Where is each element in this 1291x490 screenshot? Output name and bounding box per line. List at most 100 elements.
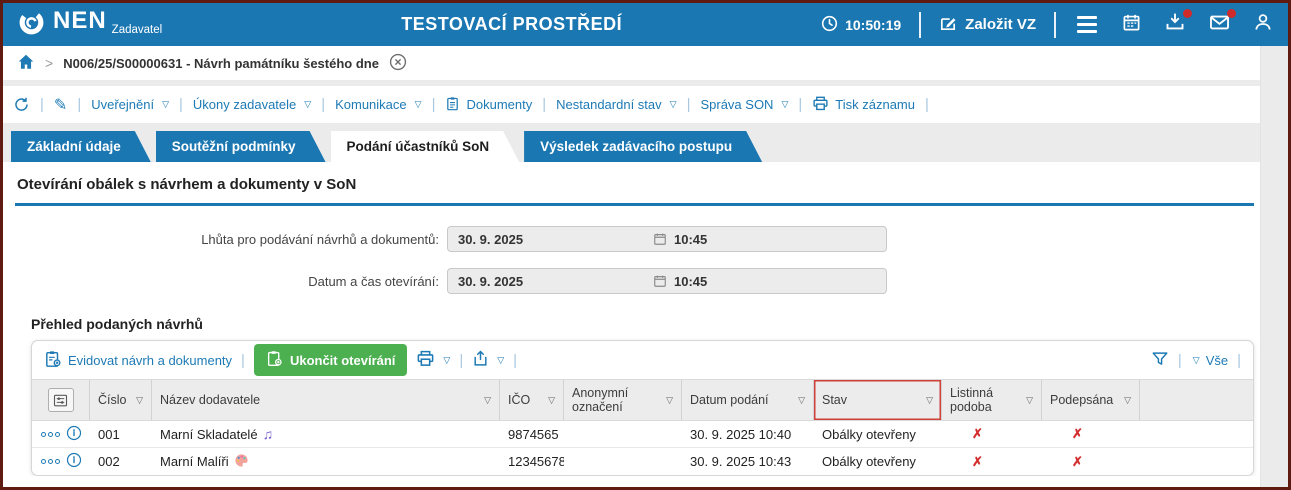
vertical-scrollbar[interactable] <box>1260 46 1288 487</box>
toolbar-divider: | <box>1178 352 1182 369</box>
home-icon[interactable] <box>17 53 35 74</box>
cell-ico: 9874565 <box>500 427 564 442</box>
calendar-icon[interactable] <box>653 232 667 246</box>
menu-sprava-son[interactable]: Správa SON▽ <box>700 97 788 112</box>
filter-button[interactable] <box>1151 350 1169 371</box>
column-filter-icon[interactable]: ▽ <box>484 395 491 405</box>
table-row[interactable]: 001 Marní Skladatelé ♫ 9874565 30. 9. 20… <box>32 421 1253 448</box>
breadcrumb-record[interactable]: N006/25/S00000631 - Návrh památníku šest… <box>63 56 379 71</box>
inbox-button[interactable] <box>1162 12 1188 38</box>
toolbar-divider: | <box>1237 352 1241 369</box>
edit-icon <box>939 14 957 36</box>
refresh-button[interactable] <box>13 96 30 113</box>
cell-cislo: 002 <box>90 454 152 469</box>
column-header-ico[interactable]: IČO▽ <box>500 380 564 420</box>
menu-ukony-zadavatele[interactable]: Úkony zadavatele▽ <box>193 97 311 112</box>
cell-listinna-no-icon: ✗ <box>942 454 1042 470</box>
tab-vysledek-zadavaciho-postupu[interactable]: Výsledek zadávacího postupu <box>524 131 762 162</box>
palette-icon <box>234 453 249 471</box>
clipboard-gear-icon <box>44 350 62 371</box>
cell-podepsana-no-icon: ✗ <box>1042 426 1140 442</box>
column-header-listinna-podoba[interactable]: Listinná podoba▽ <box>942 380 1042 420</box>
environment-title: TESTOVACÍ PROSTŘEDÍ <box>202 14 821 35</box>
profile-button[interactable] <box>1250 12 1276 38</box>
column-header-cislo[interactable]: Číslo▽ <box>90 380 152 420</box>
column-filter-icon[interactable]: ▽ <box>1124 395 1131 405</box>
menu-uverejneni[interactable]: Uveřejnění▽ <box>91 97 169 112</box>
column-filter-icon[interactable]: ▽ <box>666 395 673 405</box>
dropdown-icon: ▽ <box>1193 355 1200 366</box>
proposals-grid: Evidovat návrh a dokumenty | Ukončit ote… <box>31 340 1254 476</box>
column-filter-icon[interactable]: ▽ <box>548 395 555 405</box>
column-filter-icon[interactable]: ▽ <box>798 395 805 405</box>
row-menu-icon[interactable] <box>41 459 60 464</box>
dropdown-icon: ▽ <box>781 99 788 110</box>
dropdown-icon: ▽ <box>162 99 169 110</box>
column-header-anonymni-oznaceni[interactable]: Anonymní označení▽ <box>564 380 682 420</box>
music-note-icon: ♫ <box>263 426 274 442</box>
cell-cislo: 001 <box>90 427 152 442</box>
menu-dokumenty[interactable]: Dokumenty <box>445 96 532 114</box>
menu-button[interactable] <box>1074 12 1100 38</box>
evidovat-navrh-button[interactable]: Evidovat návrh a dokumenty <box>44 350 232 371</box>
toolbar-divider: | <box>321 96 325 113</box>
chevron-right-icon: > <box>45 55 53 71</box>
column-header-stav[interactable]: Stav▽ <box>814 380 942 420</box>
print-record-button[interactable]: Tisk záznamu <box>812 95 915 115</box>
record-toolbar: | ✎ | Uveřejnění▽ | Úkony zadavatele▽ | … <box>3 86 1260 123</box>
header-actions: 10:50:19 Založit VZ <box>821 12 1276 38</box>
ukoncit-otevirani-button[interactable]: Ukončit otevírání <box>254 344 407 376</box>
info-icon[interactable] <box>66 452 82 471</box>
column-settings-button[interactable] <box>48 388 74 412</box>
tab-podani-ucastniku-son[interactable]: Podání účastníků SoN <box>331 131 520 162</box>
column-header-datum-podani[interactable]: Datum podání▽ <box>682 380 814 420</box>
column-header-podepsana[interactable]: Podepsána▽ <box>1042 380 1140 420</box>
column-header-nazev-dodavatele[interactable]: Název dodavatele▽ <box>152 380 500 420</box>
toolbar-divider: | <box>459 352 463 369</box>
edit-record-button[interactable]: ✎ <box>54 95 67 115</box>
row-menu-icon[interactable] <box>41 432 60 437</box>
cell-nazev: Marní Skladatelé ♫ <box>152 426 500 442</box>
tab-soutezni-podminky[interactable]: Soutěžní podmínky <box>156 131 326 162</box>
calendar-button[interactable] <box>1118 12 1144 38</box>
clipboard-check-icon <box>266 350 283 370</box>
column-filter-icon[interactable]: ▽ <box>926 395 933 405</box>
messages-button[interactable] <box>1206 12 1232 38</box>
pencil-icon: ✎ <box>54 95 67 115</box>
toolbar-divider: | <box>798 96 802 113</box>
deadline-form: Lhůta pro podávání návrhů a dokumentů: 3… <box>15 226 1256 294</box>
table-row[interactable]: 002 Marní Malíři 12345678 30. 9. 2025 10… <box>32 448 1253 475</box>
column-header-filler <box>1140 380 1253 420</box>
tab-content: Otevírání obálek s návrhem a dokumenty v… <box>3 162 1260 487</box>
clock-icon <box>821 15 838 35</box>
date-value: 30. 9. 2025 <box>458 274 653 289</box>
close-record-icon[interactable] <box>389 53 407 74</box>
dropdown-icon: ▽ <box>304 99 311 110</box>
toolbar-divider: | <box>542 96 546 113</box>
column-filter-icon[interactable]: ▽ <box>1026 395 1033 405</box>
grid-title: Přehled podaných návrhů <box>31 316 1256 332</box>
grid-print-button[interactable]: ▽ <box>416 349 450 371</box>
download-tray-icon <box>1165 12 1185 37</box>
funnel-icon <box>1151 350 1169 371</box>
menu-komunikace[interactable]: Komunikace▽ <box>335 97 421 112</box>
grid-export-button[interactable]: ▽ <box>472 350 504 370</box>
toolbar-divider: | <box>432 96 436 113</box>
tab-zakladni-udaje[interactable]: Základní údaje <box>11 131 151 162</box>
column-filter-icon[interactable]: ▽ <box>136 395 143 405</box>
create-vz-button[interactable]: Založit VZ <box>939 14 1036 36</box>
lhuta-datetime-field[interactable]: 30. 9. 2025 10:45 <box>447 226 887 252</box>
cell-datum: 30. 9. 2025 10:43 <box>682 454 814 469</box>
cell-nazev: Marní Malíři <box>152 453 500 471</box>
otevirani-datetime-field[interactable]: 30. 9. 2025 10:45 <box>447 268 887 294</box>
calendar-icon[interactable] <box>653 274 667 288</box>
nen-logo[interactable]: NEN Zadavatel <box>17 8 162 42</box>
time-value: 10:45 <box>674 274 707 289</box>
messages-badge <box>1227 9 1236 18</box>
vse-filter-select[interactable]: ▽ Vše <box>1191 353 1228 368</box>
info-icon[interactable] <box>66 425 82 444</box>
section-title: Otevírání obálek s návrhem a dokumenty v… <box>15 172 1254 206</box>
tab-strip: Základní údaje Soutěžní podmínky Podání … <box>3 123 1260 162</box>
person-icon <box>1253 12 1273 37</box>
menu-nestandardni-stav[interactable]: Nestandardní stav▽ <box>556 97 676 112</box>
